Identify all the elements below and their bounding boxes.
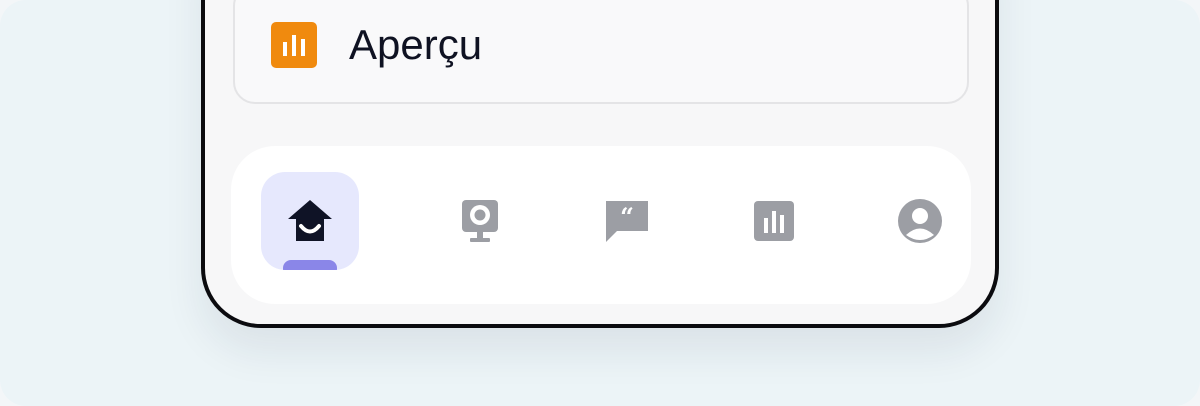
overview-card[interactable]: Aperçu <box>233 0 969 104</box>
tab-camera[interactable] <box>431 172 529 270</box>
tab-profile[interactable] <box>871 172 969 270</box>
bar-chart-icon <box>753 200 795 242</box>
svg-text:“: “ <box>620 202 634 231</box>
bottom-tab-bar: “ <box>231 146 971 304</box>
bar-chart-icon <box>271 22 317 68</box>
phone-frame: Aperçu “ <box>201 0 999 328</box>
profile-icon <box>897 198 943 244</box>
card-title: Aperçu <box>349 21 483 68</box>
tab-reviews[interactable]: “ <box>578 172 676 270</box>
tab-statistics[interactable] <box>725 172 823 270</box>
active-tab-indicator <box>283 260 337 270</box>
home-icon <box>285 197 335 245</box>
webcam-icon <box>460 198 500 244</box>
tab-home[interactable] <box>261 172 359 270</box>
quote-chat-icon: “ <box>603 198 651 244</box>
